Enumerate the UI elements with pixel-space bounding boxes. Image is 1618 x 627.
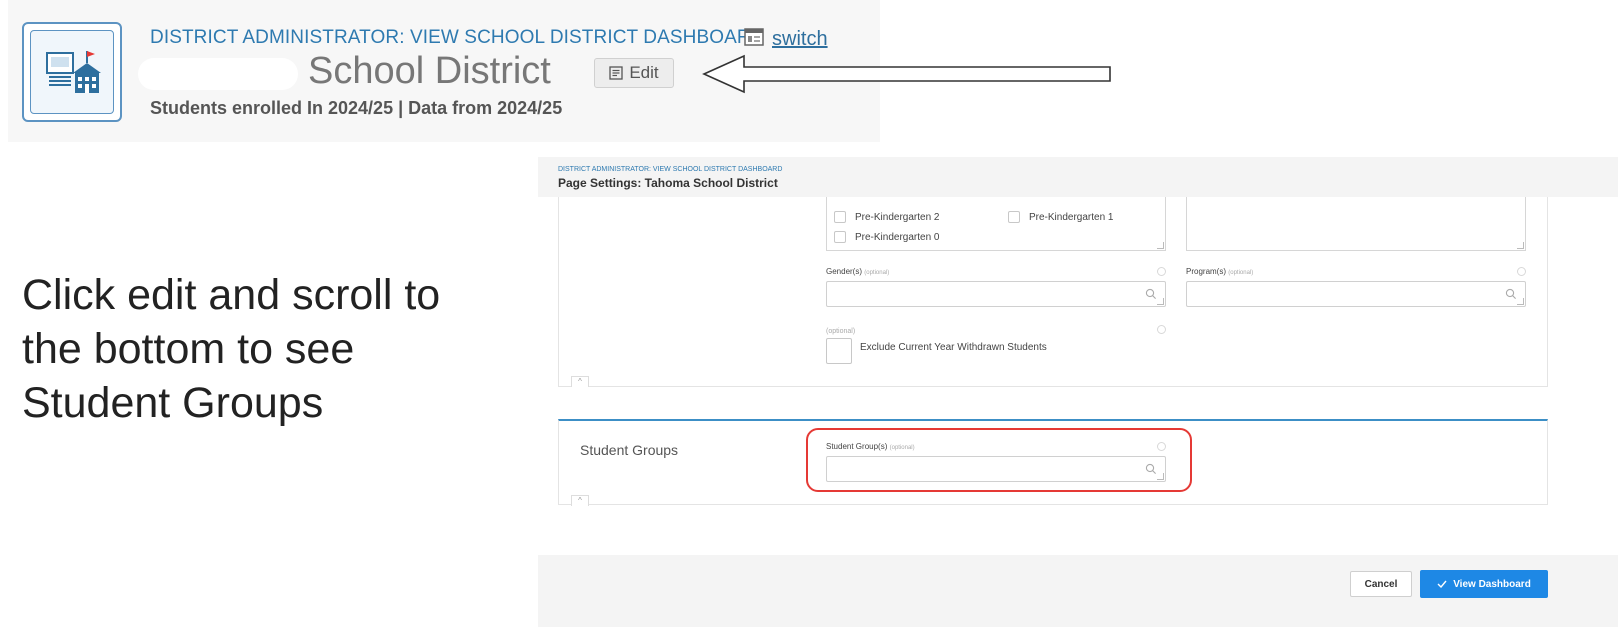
- school-building-icon: [46, 51, 101, 93]
- checkbox[interactable]: [1008, 211, 1020, 223]
- breadcrumb: DISTRICT ADMINISTRATOR: VIEW SCHOOL DIST…: [558, 166, 783, 173]
- enrollment-summary: Students enrolled In 2024/25 | Data from…: [150, 98, 563, 118]
- gear-icon[interactable]: [1157, 267, 1166, 276]
- grade-option[interactable]: Pre-Kindergarten 1: [1008, 211, 1114, 223]
- program-input[interactable]: [1186, 281, 1526, 307]
- search-icon: [1505, 288, 1516, 299]
- gender-input[interactable]: [826, 281, 1166, 307]
- resize-handle[interactable]: [1157, 242, 1164, 249]
- instruction-text: Click edit and scroll to the bottom to s…: [22, 271, 441, 427]
- collapse-toggle[interactable]: ^: [571, 376, 589, 387]
- collapse-toggle[interactable]: ^: [571, 495, 589, 506]
- page-title: Page Settings: Tahoma School District: [558, 176, 778, 190]
- exclude-withdrawn-label: Exclude Current Year Withdrawn Students: [860, 342, 1047, 353]
- highlight-outline: [806, 428, 1192, 492]
- gender-label: Gender(s) (optional): [826, 267, 890, 276]
- district-logo: [22, 22, 122, 122]
- search-icon: [1145, 288, 1156, 299]
- redacted-district-name: [138, 58, 298, 90]
- grade-option[interactable]: Pre-Kindergarten 2: [834, 211, 940, 223]
- resize-handle[interactable]: [1517, 242, 1524, 249]
- cancel-button[interactable]: Cancel: [1350, 571, 1412, 597]
- gear-icon[interactable]: [1517, 267, 1526, 276]
- program-label: Program(s) (optional): [1186, 267, 1254, 276]
- resize-handle[interactable]: [1157, 298, 1164, 305]
- page-settings-panel: ^ Pre-Kindergarten 2 Pre-Kindergarten 1 …: [538, 157, 1618, 627]
- gear-icon[interactable]: [1157, 325, 1166, 334]
- settings-footer: Cancel View Dashboard: [538, 555, 1618, 627]
- view-dashboard-button[interactable]: View Dashboard: [1420, 570, 1548, 598]
- edit-icon: [609, 66, 623, 80]
- settings-header: DISTRICT ADMINISTRATOR: VIEW SCHOOL DIST…: [538, 157, 1618, 197]
- exclude-optional-label: (optional): [826, 328, 856, 335]
- dashboard-switch-icon[interactable]: [744, 28, 764, 46]
- check-icon: [1437, 580, 1447, 588]
- student-groups-title: Student Groups: [580, 442, 679, 458]
- edit-button[interactable]: Edit: [594, 58, 674, 88]
- checkbox[interactable]: [834, 211, 846, 223]
- pointer-arrow-icon: [702, 54, 1111, 94]
- edit-button-label: Edit: [629, 63, 659, 82]
- district-title: School District: [308, 50, 551, 92]
- grade-option[interactable]: Pre-Kindergarten 0: [834, 231, 940, 243]
- switch-link[interactable]: switch: [772, 28, 828, 51]
- checkbox[interactable]: [834, 231, 846, 243]
- resize-handle[interactable]: [1517, 298, 1524, 305]
- exclude-withdrawn-checkbox[interactable]: [826, 338, 852, 364]
- role-label: DISTRICT ADMINISTRATOR: VIEW SCHOOL DIST…: [150, 27, 765, 48]
